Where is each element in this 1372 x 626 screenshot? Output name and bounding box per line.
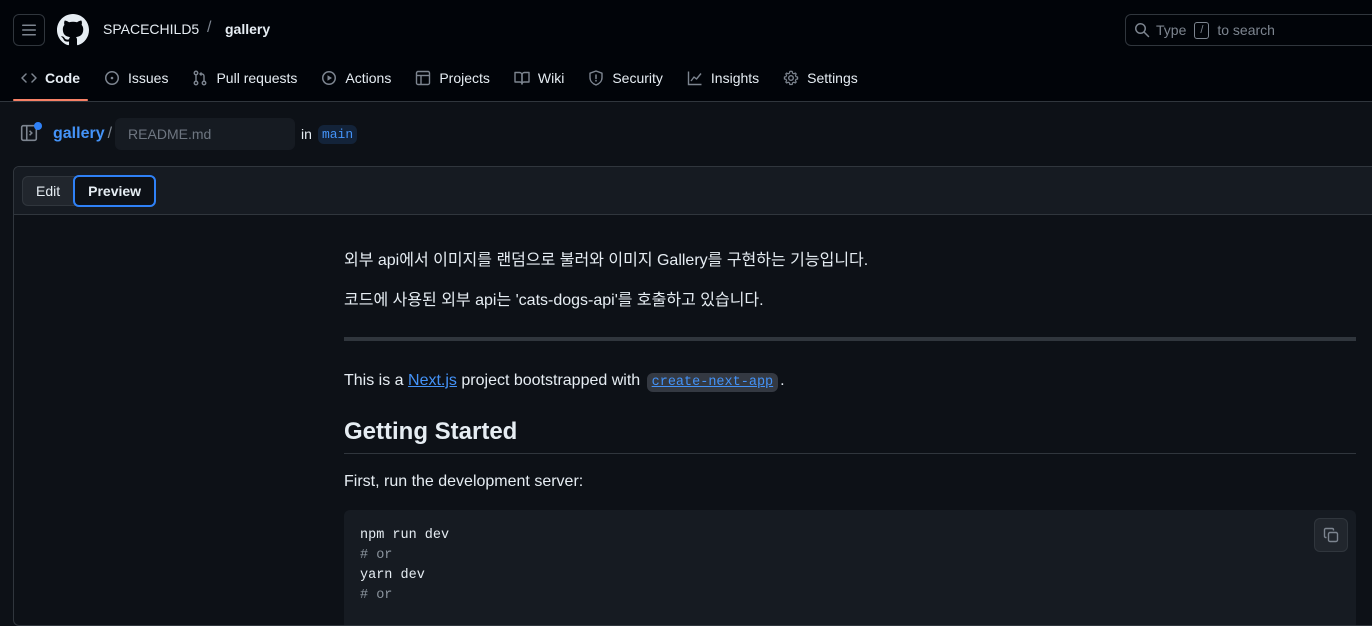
tab-edit[interactable]: Edit [23,177,73,205]
graph-icon [687,71,702,86]
search-input[interactable]: Type / to search [1125,14,1372,46]
intro-prefix: This is a [344,372,404,389]
tab-actions[interactable]: Actions [313,60,399,96]
tab-insights[interactable]: Insights [679,60,767,96]
gear-icon [783,70,799,86]
tab-pull-requests-label: Pull requests [216,70,298,86]
repo-nav: Code Issues Pull requests Actions Projec… [13,60,874,102]
app-header: SPACECHILD5 / gallery Type / to search C… [0,0,1372,102]
editor-mode-toggle: Edit Preview [22,174,157,207]
code-line: yarn dev [360,568,425,583]
search-shortcut-key: / [1194,21,1210,39]
tab-issues-label: Issues [128,70,169,86]
shield-icon [589,70,604,86]
tab-preview[interactable]: Preview [73,174,157,207]
tab-settings[interactable]: Settings [775,60,866,96]
tab-insights-label: Insights [710,70,760,86]
breadcrumb-owner[interactable]: SPACECHILD5 [103,21,199,37]
copy-button[interactable] [1314,518,1348,552]
tab-projects[interactable]: Projects [407,60,498,96]
play-icon [322,71,337,85]
file-path-bar: gallery / in main [20,118,358,150]
code-line-comment: # or [360,548,393,563]
tab-wiki-label: Wiki [537,70,565,86]
tab-issues[interactable]: Issues [96,60,176,96]
menu-button[interactable] [13,14,45,46]
issue-icon [105,71,119,85]
pull-request-icon [194,70,207,86]
github-logo-icon[interactable] [57,14,89,46]
tab-code-label: Code [45,70,80,86]
breadcrumb-repo[interactable]: gallery [225,21,270,37]
file-tree-toggle[interactable] [20,122,42,144]
book-icon [514,71,530,85]
notification-dot [34,122,42,130]
horizontal-rule [344,337,1356,341]
tab-wiki[interactable]: Wiki [506,60,572,96]
search-placeholder-after: to search [1217,22,1275,38]
table-icon [416,70,431,86]
path-repo-link[interactable]: gallery [53,125,105,143]
copy-icon [1323,527,1339,543]
tab-projects-label: Projects [439,70,490,86]
code-line-comment: # or [360,588,393,603]
branch-in-label: in [301,126,312,142]
create-next-app-code: create-next-app [646,373,779,392]
create-next-app-link[interactable]: create-next-app [652,375,774,390]
search-placeholder-before: Type [1156,22,1187,38]
markdown-preview: 외부 api에서 이미지를 랜덤으로 불러와 이미지 Gallery를 구현하는… [344,249,1356,625]
code-line: npm run dev [360,528,450,543]
tab-security[interactable]: Security [580,60,671,96]
code-icon [21,73,37,83]
intro-middle: project bootstrapped with [461,372,641,389]
branch-name[interactable]: main [317,124,358,144]
breadcrumb-separator: / [207,19,212,36]
getting-started-heading: Getting Started [344,417,1356,454]
search-icon [1135,23,1150,38]
hamburger-icon [22,24,36,36]
preview-paragraph-1: 외부 api에서 이미지를 랜덤으로 불러와 이미지 Gallery를 구현하는… [344,252,869,269]
tab-actions-label: Actions [345,70,392,86]
path-separator: / [107,125,113,142]
tab-code[interactable]: Code [13,60,88,101]
preview-intro-paragraph: This is a Next.js project bootstrapped w… [344,369,1356,395]
filename-input[interactable] [115,118,296,150]
nextjs-link[interactable]: Next.js [408,372,457,389]
tab-pull-requests[interactable]: Pull requests [184,60,305,96]
editor-tab-bar: Edit Preview [14,167,1372,215]
file-editor: Edit Preview 외부 api에서 이미지를 랜덤으로 불러와 이미지 … [13,166,1372,626]
code-block: npm run dev # or yarn dev # or [344,510,1356,625]
tab-security-label: Security [612,70,663,86]
tab-settings-label: Settings [807,70,858,86]
run-server-paragraph: First, run the development server: [344,473,584,490]
intro-suffix: . [780,372,785,389]
preview-paragraph-2: 코드에 사용된 외부 api는 'cats-dogs-api'를 호출하고 있습… [344,292,764,309]
